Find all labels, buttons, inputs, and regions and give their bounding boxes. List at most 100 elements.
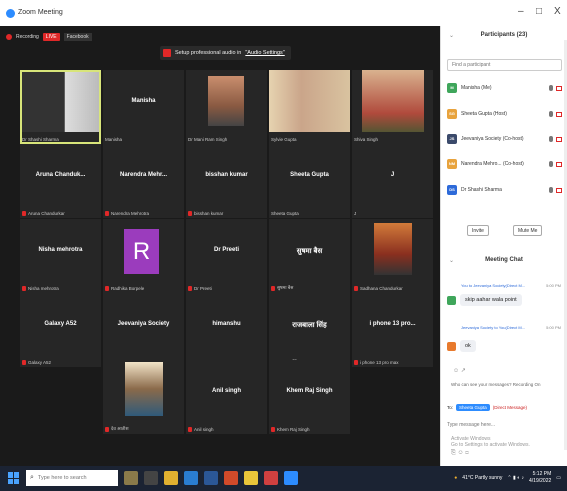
participant-row[interactable]: SG Sheeta Gupta (Host) (447, 107, 562, 121)
taskbar-apps (124, 471, 298, 485)
minimize-button[interactable]: – (518, 6, 524, 17)
participant-tile[interactable]: i phone 13 pro... i phone 13 pro max (352, 293, 433, 367)
avatar: SG (447, 109, 457, 119)
audio-settings-link[interactable]: "Audio Settings" (245, 50, 284, 56)
close-button[interactable]: X (554, 6, 561, 17)
chat-message-input[interactable] (447, 420, 537, 430)
store-icon[interactable] (184, 471, 198, 485)
participant-tile[interactable]: Narendra Mehr... Narendra Mehrotra (103, 144, 184, 218)
windows-start-icon[interactable] (8, 472, 20, 484)
invite-button[interactable]: Invite (467, 225, 489, 236)
participant-tile[interactable]: Sheeta Gupta Sheeta Gupta (269, 144, 350, 218)
live-platform-dropdown[interactable]: Facebook (63, 33, 92, 41)
video-off-icon[interactable] (556, 187, 562, 193)
chat-title: Meeting Chat (485, 257, 523, 263)
taskbar-search[interactable]: ⌕ (26, 470, 118, 486)
participant-tile[interactable]: Dr Preeti Dr Preeti (186, 219, 267, 293)
chat-sender[interactable]: You to Jeevaniya Society(Direct M... (461, 283, 525, 288)
participant-tile[interactable]: सुषमा बैस सुषमा बैस (269, 219, 350, 293)
participant-tile[interactable]: Dr Shashi Sharma (20, 70, 101, 144)
participant-tile[interactable]: Galaxy A52 Galaxy A52 (20, 293, 101, 367)
word-icon[interactable] (204, 471, 218, 485)
participant-tile[interactable]: Sylvie Gupta (269, 70, 350, 144)
tile-name: Sheeta Gupta (290, 172, 329, 178)
taskbar-search-input[interactable] (37, 475, 108, 481)
video-off-icon[interactable] (556, 85, 562, 91)
participant-tile[interactable]: Sadhana Chandurkar (352, 219, 433, 293)
tile-name: J (390, 172, 395, 178)
participant-tile[interactable]: Dr Mani Ram Singh (186, 70, 267, 144)
participant-tile[interactable]: himanshuhimanshu (186, 293, 267, 367)
video-off-icon[interactable] (556, 161, 562, 167)
tile-name: Dr Preeti (213, 247, 239, 253)
participant-row[interactable]: DS Dr Shashi Sharma (447, 183, 562, 197)
collapse-chevron-icon[interactable]: ⌄ (449, 32, 454, 39)
file-emoji-icon[interactable]: ⎘ ☺ ◻ (451, 450, 469, 457)
to-label: To: (447, 405, 454, 410)
app-icon[interactable] (264, 471, 278, 485)
participant-label: Nisha mehrotra (28, 286, 59, 291)
participant-tile[interactable]: Jeevaniya SocietyJeevaniya Society (103, 293, 184, 367)
audio-settings-tip[interactable]: Setup professional audio in "Audio Setti… (160, 46, 291, 60)
participant-row[interactable]: JS Jeevaniya Society (Co-host) (447, 132, 562, 146)
collapse-chevron-icon[interactable]: ⌄ (449, 257, 454, 264)
mute-me-button[interactable]: Mute Me (513, 225, 543, 236)
chrome-icon[interactable] (244, 471, 258, 485)
chat-sender[interactable]: Jeevaniya Society to You(Direct M... (461, 325, 525, 330)
reaction-icon[interactable]: ☺ ↗ (453, 367, 466, 374)
participant-name: Jeevaniya Society (Co-host) (461, 136, 524, 142)
live-badge[interactable]: LIVE (42, 33, 60, 41)
participants-header: ⌄ Participants (23) (441, 32, 567, 39)
weather-icon: ● (454, 475, 458, 481)
mic-icon[interactable] (549, 136, 553, 142)
tray-icons[interactable]: ⌃ ▮ ◐ ♪ (507, 475, 524, 481)
powerpoint-icon[interactable] (224, 471, 238, 485)
avatar (447, 295, 456, 305)
avatar: JS (447, 134, 457, 144)
participant-tile[interactable]: bisshan kumar bisshan kumar (186, 144, 267, 218)
participant-tile[interactable]: Khem Raj Singh Khem Raj Singh (269, 360, 350, 434)
mic-muted-icon (22, 286, 26, 291)
news-icon[interactable] (124, 471, 138, 485)
participant-tile[interactable]: Shiva Singh (352, 70, 433, 144)
tile-label: Anil singh (188, 427, 214, 432)
participant-label: Sylvie Gupta (271, 137, 297, 142)
chat-meta: Jeevaniya Society to You(Direct M... 5:0… (461, 325, 561, 330)
tile-name: Manisha (131, 98, 156, 104)
zoom-icon[interactable] (284, 471, 298, 485)
mic-icon[interactable] (549, 111, 553, 117)
video-off-icon[interactable] (556, 136, 562, 142)
tile-label: Galaxy A52 (22, 360, 51, 365)
task-view-icon[interactable] (144, 471, 158, 485)
tile-label: सुषमा बैस (271, 285, 293, 291)
notification-icon[interactable]: ▭ (556, 475, 561, 481)
participant-tile[interactable]: Manisha Manisha (103, 70, 184, 144)
participant-tile[interactable]: Nisha mehrotra Nisha mehrotra (20, 219, 101, 293)
participant-tile[interactable]: देव आतीश (103, 360, 184, 434)
mic-icon[interactable] (549, 85, 553, 91)
participant-label: Anil singh (194, 427, 214, 432)
participant-label: bisshan kumar (194, 211, 224, 216)
participant-row[interactable]: NM Narendra Mehro... (Co-host) (447, 157, 562, 171)
participant-tile[interactable]: JJ (352, 144, 433, 218)
mic-icon[interactable] (549, 161, 553, 167)
participant-tile[interactable]: राजबाला सिंहराजबाला सिंह (269, 293, 350, 367)
recipient-dropdown[interactable]: Sheeta Gupta (456, 404, 490, 411)
file-explorer-icon[interactable] (164, 471, 178, 485)
participant-row[interactable]: M Manisha (Me) (447, 81, 562, 95)
video-off-icon[interactable] (556, 111, 562, 117)
clock[interactable]: 5:12 PM 4/19/2022 (529, 471, 551, 485)
participant-tile[interactable]: Aruna Chanduk... Aruna Chandurkar (20, 144, 101, 218)
avatar: M (447, 83, 457, 93)
maximize-button[interactable]: □ (536, 6, 542, 17)
chat-visibility-note[interactable]: Who can see your messages? Recording On (451, 382, 541, 387)
weather-text[interactable]: 41°C Partly sunny (462, 475, 502, 481)
tile-label: Sheeta Gupta (271, 211, 299, 216)
mic-muted-icon (188, 427, 192, 432)
participant-tile[interactable]: R Radhika Borpele (103, 219, 184, 293)
video-feed (269, 70, 350, 132)
tile-name: i phone 13 pro... (369, 321, 416, 327)
participant-tile[interactable]: Anil singh Anil singh (186, 360, 267, 434)
participant-search-input[interactable] (447, 59, 562, 71)
mic-icon[interactable] (549, 187, 553, 193)
